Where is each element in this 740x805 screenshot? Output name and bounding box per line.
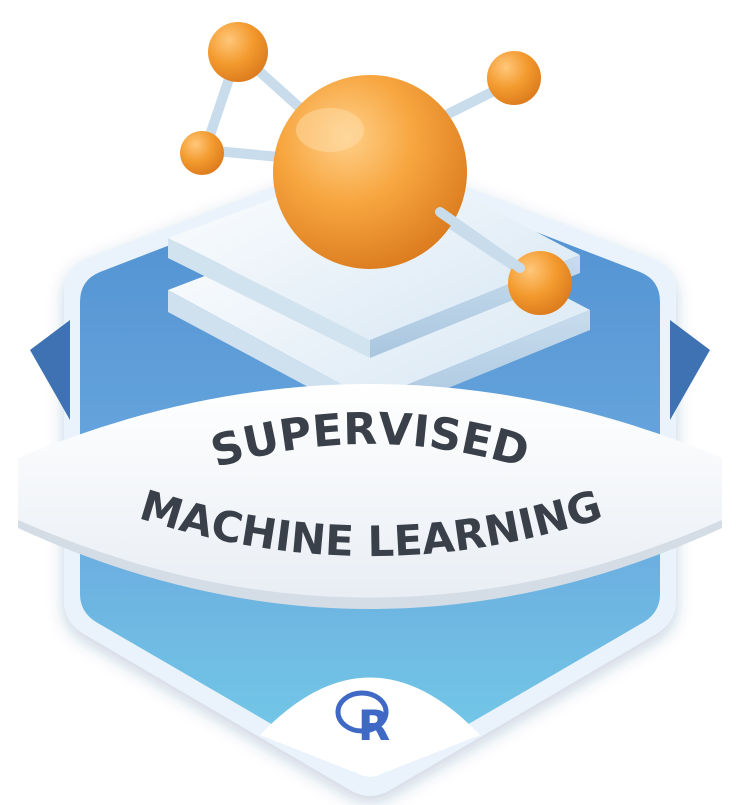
badge: SUPERVISED MACHINE LEARNING R [0,0,740,805]
r-logo-letter: R [358,701,390,750]
badge-graphic: SUPERVISED MACHINE LEARNING R [18,22,722,796]
